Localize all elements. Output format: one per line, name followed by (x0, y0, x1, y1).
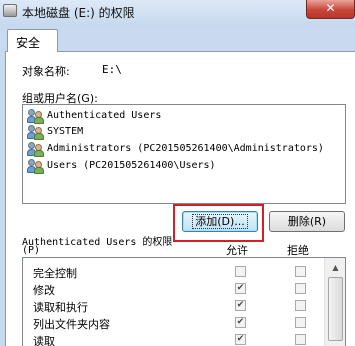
deny-checkbox[interactable] (295, 317, 306, 328)
allow-checkbox[interactable]: ✔ (235, 300, 246, 311)
list-item-label: SYSTEM (47, 126, 84, 137)
permissions-scrollbar[interactable]: ▲ (324, 258, 345, 346)
list-item[interactable]: Administrators (PC201505261400\Administr… (27, 141, 343, 157)
user-group-list[interactable]: Authenticated Users SYSTEM Administrator… (22, 104, 346, 204)
permissions-label: Authenticated Users 的权限 (22, 237, 173, 248)
scroll-up-arrow-icon[interactable]: ▲ (328, 260, 343, 275)
users-icon (27, 159, 45, 174)
list-item[interactable]: Users (PC201505261400\Users) (27, 158, 343, 174)
window-title: 本地磁盘 (E:) 的权限 (22, 6, 135, 20)
list-item-label: Users (PC201505261400\Users) (47, 160, 216, 171)
permissions-table: 完全控制 修改 ✔ 读取和执行 ✔ 列出文件夹内容 ✔ 读取 ✔ ▲ (22, 257, 346, 346)
allow-checkbox[interactable]: ✔ (235, 317, 246, 328)
permission-row: 列出文件夹内容 ✔ (23, 314, 323, 331)
list-item[interactable]: Authenticated Users (27, 108, 343, 124)
add-button-label: 添加(D)... (192, 214, 248, 229)
allow-checkbox[interactable] (235, 266, 246, 277)
allow-column-header: 允许 (226, 244, 248, 257)
permissions-label-suffix: (P) (22, 245, 41, 256)
permission-row: 读取 ✔ (23, 331, 323, 346)
allow-checkbox[interactable]: ✔ (235, 283, 246, 294)
deny-checkbox[interactable] (295, 266, 306, 277)
permission-row: 完全控制 (23, 263, 323, 280)
list-item[interactable]: SYSTEM (27, 124, 343, 140)
deny-checkbox[interactable] (295, 300, 306, 311)
scroll-thumb[interactable] (328, 277, 343, 341)
object-name-label: 对象名称: (22, 65, 70, 78)
object-name-value: E:\ (102, 63, 122, 76)
list-item-label: Authenticated Users (47, 110, 162, 121)
permission-name: 修改 (33, 284, 55, 297)
title-bar: 本地磁盘 (E:) 的权限 (0, 0, 355, 26)
list-item-label: Administrators (PC201505261400\Administr… (47, 143, 324, 154)
tab-security[interactable]: 安全 (7, 29, 58, 52)
permission-name: 列出文件夹内容 (33, 318, 110, 331)
deny-column-header: 拒绝 (287, 244, 309, 257)
close-button[interactable]: ✕ (306, 0, 355, 19)
permission-row: 修改 ✔ (23, 280, 323, 297)
deny-checkbox[interactable] (295, 334, 306, 345)
permission-name: 读取和执行 (33, 301, 88, 314)
users-icon (27, 142, 45, 157)
drive-icon (3, 4, 17, 17)
permission-row: 读取和执行 ✔ (23, 297, 323, 314)
permission-name: 读取 (33, 335, 55, 346)
allow-checkbox[interactable]: ✔ (235, 334, 246, 345)
add-button[interactable]: 添加(D)... (182, 211, 258, 232)
users-icon (27, 109, 45, 124)
deny-checkbox[interactable] (295, 283, 306, 294)
remove-button[interactable]: 删除(R) (269, 211, 345, 232)
users-icon (27, 125, 45, 140)
permission-name: 完全控制 (33, 267, 77, 280)
